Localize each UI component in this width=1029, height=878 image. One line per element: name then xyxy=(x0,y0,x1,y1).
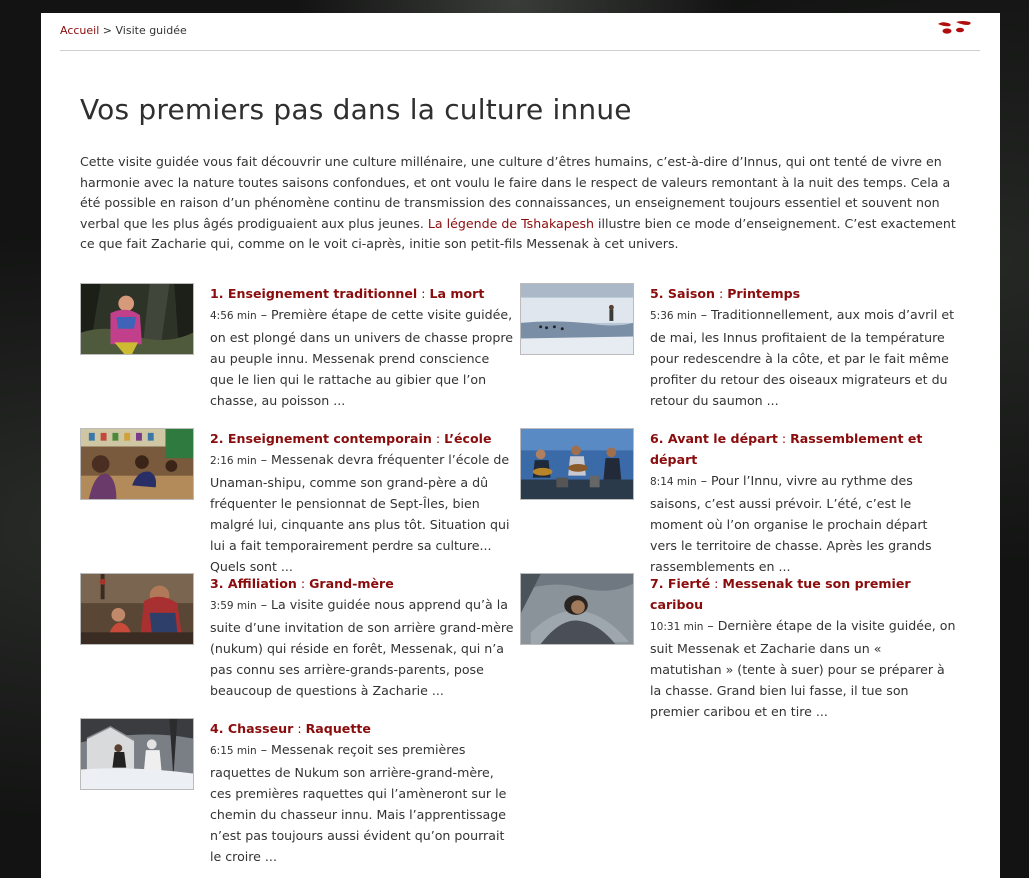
video-description: 7. Fierté : Messenak tue son premier car… xyxy=(650,573,956,722)
breadcrumb-current: Visite guidée xyxy=(115,24,187,37)
video-duration: 10:31 min xyxy=(650,621,704,633)
breadcrumb: Accueil > Visite guidée xyxy=(60,24,187,37)
video-thumbnail[interactable] xyxy=(520,428,634,500)
video-thumbnail[interactable] xyxy=(80,283,194,355)
video-title-sub: Grand-mère xyxy=(309,576,394,591)
video-duration: 3:59 min xyxy=(210,600,257,612)
video-thumbnail[interactable] xyxy=(80,428,194,500)
title-separator: : xyxy=(296,576,310,591)
video-thumbnail[interactable] xyxy=(80,573,194,645)
video-title-link[interactable]: 6. Avant le départ : Rassemblement et dé… xyxy=(650,431,922,467)
title-separator: : xyxy=(714,286,728,301)
video-item: 1. Enseignement traditionnel : La mort 4… xyxy=(80,283,520,423)
video-item: 4. Chasseur : Raquette 6:15 min – Messen… xyxy=(80,718,520,864)
video-item: 6. Avant le départ : Rassemblement et dé… xyxy=(520,428,960,574)
video-title-main: 2. Enseignement contemporain xyxy=(210,431,432,446)
video-title-main: 5. Saison xyxy=(650,286,715,301)
video-title-sub: La mort xyxy=(429,286,485,301)
video-title-main: 4. Chasseur xyxy=(210,721,294,736)
video-description: 5. Saison : Printemps 5:36 min – Traditi… xyxy=(650,283,956,411)
breadcrumb-separator: > xyxy=(102,24,112,37)
video-summary: – Dernière étape de la visite guidée, on… xyxy=(650,618,956,719)
video-summary: – Pour l’Innu, vivre au rythme des saiso… xyxy=(650,473,932,574)
video-item: 5. Saison : Printemps 5:36 min – Traditi… xyxy=(520,283,960,423)
video-thumbnail[interactable] xyxy=(80,718,194,790)
video-duration: 2:16 min xyxy=(210,455,257,467)
video-description: 4. Chasseur : Raquette 6:15 min – Messen… xyxy=(210,718,516,867)
title-separator: : xyxy=(417,286,430,301)
video-title-link[interactable]: 7. Fierté : Messenak tue son premier car… xyxy=(650,576,911,612)
video-thumbnail[interactable] xyxy=(520,573,634,645)
video-title-sub: Printemps xyxy=(727,286,801,301)
video-description: 6. Avant le départ : Rassemblement et dé… xyxy=(650,428,956,577)
video-item: 7. Fierté : Messenak tue son premier car… xyxy=(520,573,960,719)
video-title-link[interactable]: 3. Affiliation : Grand-mère xyxy=(210,576,394,591)
content-panel: Accueil > Visite guidée Vos premiers pas… xyxy=(41,13,1000,878)
legend-link[interactable]: La légende de Tshakapesh xyxy=(428,216,594,231)
video-title-link[interactable]: 5. Saison : Printemps xyxy=(650,286,800,301)
video-duration: 4:56 min xyxy=(210,310,257,322)
video-title-main: 1. Enseignement traditionnel xyxy=(210,286,418,301)
breadcrumb-home-link[interactable]: Accueil xyxy=(60,24,99,37)
video-title-link[interactable]: 4. Chasseur : Raquette xyxy=(210,721,371,736)
video-summary: – La visite guidée nous apprend qu’à la … xyxy=(210,597,514,698)
video-summary: – Messenak devra fréquenter l’école de U… xyxy=(210,452,510,574)
video-description: 1. Enseignement traditionnel : La mort 4… xyxy=(210,283,516,411)
video-item: 2. Enseignement contemporain : L’école 2… xyxy=(80,428,520,574)
video-summary: – Première étape de cette visite guidée,… xyxy=(210,307,513,408)
video-description: 3. Affiliation : Grand-mère 3:59 min – L… xyxy=(210,573,516,701)
title-separator: : xyxy=(293,721,306,736)
top-bar: Accueil > Visite guidée xyxy=(60,13,980,51)
video-thumbnail[interactable] xyxy=(520,283,634,355)
title-separator: : xyxy=(431,431,445,446)
video-title-main: 3. Affiliation xyxy=(210,576,297,591)
video-title-link[interactable]: 2. Enseignement contemporain : L’école xyxy=(210,431,492,446)
video-summary: – Messenak reçoit ses premières raquette… xyxy=(210,742,507,864)
video-summary: – Traditionnellement, aux mois d’avril e… xyxy=(650,307,955,408)
intro-paragraph: Cette visite guidée vous fait découvrir … xyxy=(80,152,960,255)
page-title: Vos premiers pas dans la culture innue xyxy=(80,93,632,126)
video-title-sub: L’école xyxy=(444,431,492,446)
video-title-sub: Raquette xyxy=(305,721,371,736)
video-title-main: 6. Avant le départ xyxy=(650,431,778,446)
video-item: 3. Affiliation : Grand-mère 3:59 min – L… xyxy=(80,573,520,713)
video-title-link[interactable]: 1. Enseignement traditionnel : La mort xyxy=(210,286,484,301)
video-duration: 8:14 min xyxy=(650,476,697,488)
title-separator: : xyxy=(777,431,791,446)
video-description: 2. Enseignement contemporain : L’école 2… xyxy=(210,428,516,577)
video-title-main: 7. Fierté xyxy=(650,576,711,591)
video-duration: 6:15 min xyxy=(210,745,257,757)
video-duration: 5:36 min xyxy=(650,310,697,322)
brand-logo-icon[interactable] xyxy=(936,19,974,35)
title-separator: : xyxy=(710,576,723,591)
